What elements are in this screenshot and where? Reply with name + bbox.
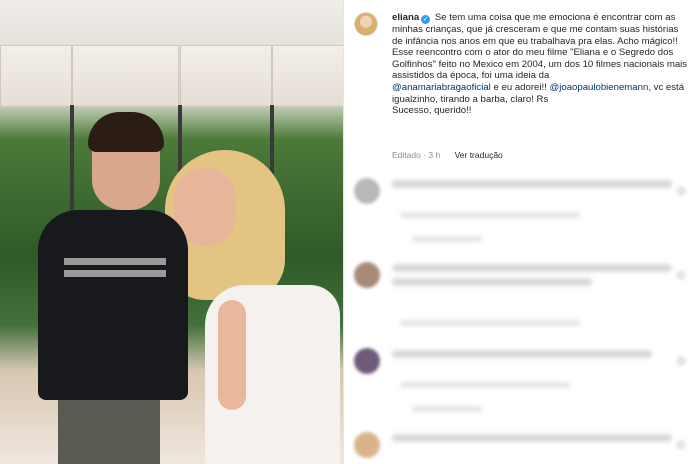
- blurred-text: [392, 434, 672, 442]
- post-photo: [0, 0, 343, 464]
- blurred-meta: [400, 212, 580, 218]
- blurred-meta: [412, 236, 482, 242]
- like-icon: [676, 356, 686, 366]
- post-meta: Editado · 3 h Ver tradução: [392, 150, 515, 160]
- mention-link[interactable]: @anamariabragaoficial: [392, 82, 491, 93]
- mention-link[interactable]: @joaopaulobienemann: [549, 82, 648, 93]
- author-username[interactable]: eliana: [392, 12, 419, 23]
- caption-text: Sucesso, querido!!: [392, 105, 472, 117]
- like-icon: [676, 186, 686, 196]
- blurred-meta: [412, 406, 482, 412]
- verified-badge-icon: ✓: [421, 15, 431, 24]
- blurred-text: [392, 180, 672, 188]
- caption-text: e eu adorei!!: [490, 81, 550, 93]
- comment-blurred: [352, 262, 692, 332]
- man-hair: [88, 112, 164, 152]
- blurred-text: [392, 264, 672, 272]
- window-blind: [0, 45, 72, 107]
- blurred-text: [392, 278, 592, 286]
- commenter-avatar: [354, 348, 380, 374]
- commenter-avatar: [354, 262, 380, 288]
- commenter-avatar: [354, 432, 380, 458]
- like-icon: [676, 270, 686, 280]
- window-blind: [272, 45, 343, 107]
- blurred-meta: [400, 320, 580, 326]
- comment-blurred: [352, 348, 692, 418]
- man-pants: [58, 392, 160, 464]
- like-icon: [676, 440, 686, 450]
- window-blind: [180, 45, 272, 107]
- translate-button[interactable]: Ver tradução: [455, 150, 503, 160]
- blurred-meta: [400, 382, 570, 388]
- commenter-avatar: [354, 178, 380, 204]
- post-caption: eliana ✓ Se tem uma coisa que me emociona…: [392, 12, 688, 117]
- author-avatar[interactable]: [354, 12, 378, 36]
- blurred-text: [392, 350, 652, 358]
- woman-arm: [218, 300, 246, 410]
- man-shirt: [38, 210, 188, 400]
- post-side-panel: eliana ✓ Se tem uma coisa que me emociona…: [344, 0, 696, 464]
- comment-blurred: [352, 432, 692, 464]
- comment-blurred: [352, 178, 692, 248]
- edited-timestamp: Editado · 3 h: [392, 150, 441, 160]
- caption-text: Esse reencontro com o ator do meu filme …: [392, 47, 688, 82]
- shirt-stripe: [64, 270, 166, 277]
- caption-text: Se tem uma coisa que me emociona é encon…: [392, 12, 679, 47]
- shirt-stripe: [64, 258, 166, 265]
- window-blind: [72, 45, 179, 107]
